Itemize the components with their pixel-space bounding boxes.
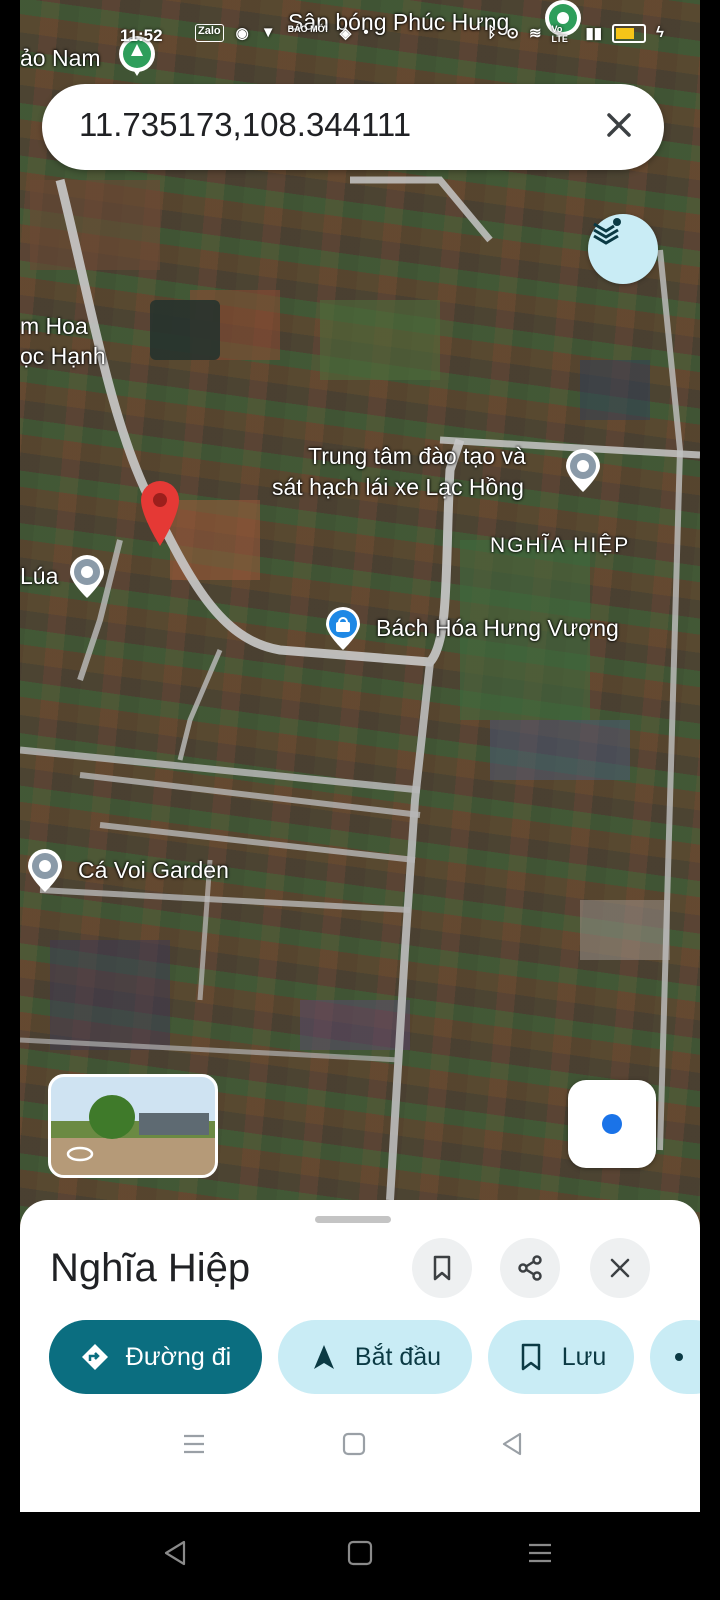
directions-button[interactable]: Đường đi: [49, 1320, 262, 1394]
shield-icon: ▼: [260, 24, 276, 41]
poi-label-ca-voi[interactable]: Cá Voi Garden: [78, 856, 229, 886]
poi-pin-icon[interactable]: [562, 446, 604, 494]
dropped-pin-icon[interactable]: [138, 478, 182, 548]
directions-label: Đường đi: [125, 1342, 232, 1371]
save-button[interactable]: Lưu: [488, 1320, 634, 1394]
close-sheet-button[interactable]: [590, 1238, 650, 1298]
360-view-icon: [66, 1146, 94, 1162]
bao-moi-icon: BÁO MỚI: [287, 24, 328, 34]
area-label-nghia-hiep: NGHĨA HIỆP: [490, 534, 631, 557]
wifi-icon: ≋: [528, 25, 542, 42]
poi-pin-icon[interactable]: [24, 846, 66, 894]
share-chip-button[interactable]: [650, 1320, 700, 1394]
navigation-arrow-icon: [313, 1345, 334, 1369]
my-location-icon: [602, 1114, 622, 1134]
share-button[interactable]: [500, 1238, 560, 1298]
poi-label-trung-tam-2[interactable]: sát hạch lái xe Lạc Hồng: [272, 473, 524, 503]
phone-screen: Sân bóng Phúc Hưng ảo Nam m Hoa ọc Hạnh …: [20, 0, 700, 1512]
shopping-pin-icon[interactable]: [322, 604, 364, 652]
poi-label-lua[interactable]: Lúa: [20, 562, 58, 592]
thumbnail-tree: [89, 1095, 135, 1139]
charging-icon: ϟ: [656, 24, 664, 41]
poi-label-hoa-1[interactable]: m Hoa: [20, 312, 88, 342]
poi-label-hoa-2[interactable]: ọc Hạnh: [20, 342, 106, 372]
system-icons: ᛒ ⊙ ≋ Vo LTE ▮▮ ϟ: [487, 24, 664, 44]
notification-icons: Zalo ◉ ▼ BÁO MỚI ◈ •: [195, 24, 369, 42]
my-location-button[interactable]: [568, 1080, 656, 1168]
menu-icon[interactable]: [525, 1538, 555, 1568]
share-icon: [675, 1353, 683, 1361]
signal-icon: ▮▮: [585, 25, 603, 42]
start-label: Bắt đầu: [354, 1342, 442, 1371]
zalo-icon: Zalo: [195, 24, 224, 42]
directions-icon: [81, 1344, 108, 1370]
status-bar: 11:52 Zalo ◉ ▼ BÁO MỚI ◈ • ᛒ ⊙ ≋ Vo LTE …: [20, 18, 700, 50]
back-icon[interactable]: [498, 1430, 526, 1458]
inner-navigation-bar: [20, 1420, 700, 1480]
poi-label-trung-tam-1[interactable]: Trung tâm đào tạo và: [308, 442, 526, 472]
search-query[interactable]: 11.735173,108.344111: [79, 106, 411, 144]
battery-icon: [612, 24, 647, 43]
close-icon: [610, 1258, 630, 1278]
network-label: Vo LTE: [551, 24, 568, 44]
bookmark-icon: [521, 1343, 540, 1371]
place-title: Nghĩa Hiệp: [50, 1246, 251, 1290]
system-navigation-bar: [0, 1512, 720, 1600]
save-label: Lưu: [561, 1342, 607, 1371]
browser-icon: ◈: [339, 25, 352, 42]
satellite-map[interactable]: Sân bóng Phúc Hưng ảo Nam m Hoa ọc Hạnh …: [20, 0, 700, 1240]
back-icon[interactable]: [160, 1538, 190, 1568]
share-icon: [518, 1255, 542, 1281]
messenger-icon: ◉: [235, 25, 249, 42]
menu-icon[interactable]: [180, 1430, 208, 1458]
start-button[interactable]: Bắt đầu: [278, 1320, 472, 1394]
map-layers-button[interactable]: [588, 214, 658, 284]
sheet-drag-handle[interactable]: [315, 1216, 391, 1223]
search-bar[interactable]: 11.735173,108.344111: [42, 84, 664, 170]
clear-search-icon[interactable]: [600, 106, 638, 144]
bookmark-icon: [433, 1255, 451, 1281]
dot-icon: •: [363, 24, 369, 41]
location-icon: ⊙: [506, 25, 519, 42]
home-icon[interactable]: [345, 1538, 375, 1568]
home-icon[interactable]: [340, 1430, 368, 1458]
thumbnail-building: [139, 1113, 209, 1135]
bluetooth-icon: ᛒ: [487, 24, 497, 41]
poi-label-bach-hoa[interactable]: Bách Hóa Hưng Vượng: [376, 614, 619, 644]
layers-icon: [593, 218, 621, 245]
poi-pin-icon[interactable]: [66, 552, 108, 600]
status-time: 11:52: [120, 26, 163, 45]
street-view-thumbnail[interactable]: [48, 1074, 218, 1178]
bookmark-button[interactable]: [412, 1238, 472, 1298]
